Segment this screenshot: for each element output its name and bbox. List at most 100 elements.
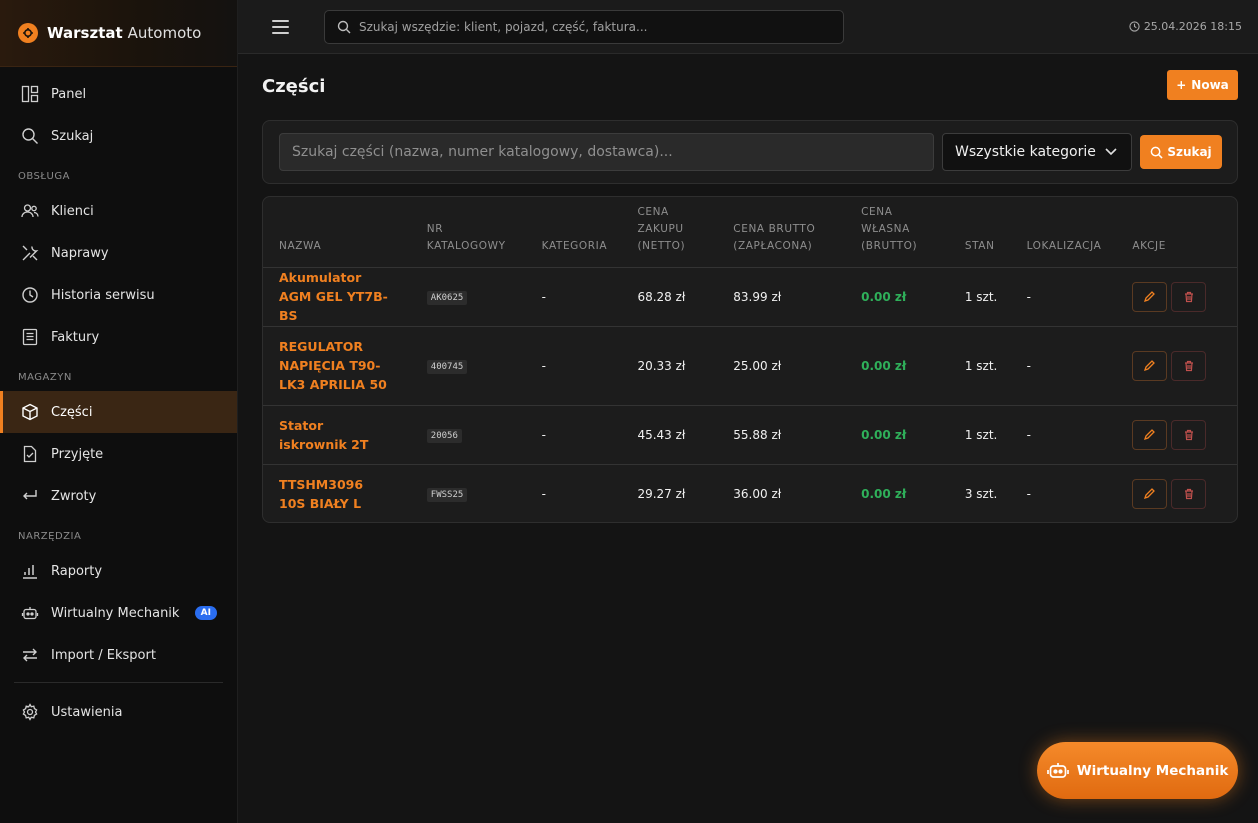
- gross-price: 25.00 zł: [717, 326, 846, 406]
- topbar: 25.04.2026 18:15: [238, 0, 1258, 54]
- file-check-icon: [21, 445, 39, 463]
- box-icon: [21, 403, 39, 421]
- sidebar-item-received[interactable]: Przyjęte: [0, 433, 237, 475]
- sidebar-item-label: Przyjęte: [51, 446, 104, 462]
- stock-cell: 1 szt.: [948, 267, 1011, 327]
- sidebar-item-label: Raporty: [51, 563, 103, 579]
- search-icon: [337, 20, 351, 33]
- table-row[interactable]: REGULATOR NAPIĘCIA T90-LK3 APRILIA 50 40…: [263, 326, 1237, 406]
- column-header: AKCJE: [1116, 197, 1237, 268]
- gear-icon: [21, 703, 39, 721]
- sidebar-item-parts[interactable]: Części: [0, 391, 237, 433]
- brand[interactable]: Warsztat Automoto: [0, 0, 237, 67]
- sidebar-item-reports[interactable]: Raporty: [0, 550, 237, 592]
- robot-icon: [21, 604, 39, 622]
- column-header: CENA WŁASNA (BRUTTO): [845, 197, 949, 268]
- delete-button[interactable]: [1171, 478, 1207, 509]
- ai-badge: AI: [194, 606, 217, 620]
- table-row[interactable]: Akumulator AGM GEL YT7B-BS AK0625 - 68.2…: [263, 267, 1237, 327]
- pencil-icon: [1144, 291, 1156, 303]
- delete-button[interactable]: [1171, 350, 1207, 381]
- pencil-icon: [1144, 360, 1156, 372]
- column-header: KATEGORIA: [525, 197, 622, 268]
- sidebar-divider: [14, 682, 223, 683]
- part-name-link[interactable]: Stator iskrownik 2T: [279, 416, 391, 454]
- search-button[interactable]: Szukaj: [1140, 135, 1222, 169]
- parts-table: NAZWA NR KATALOGOWY KATEGORIA CENA ZAKUP…: [263, 197, 1237, 522]
- table-row[interactable]: TTSHM3096 10S BIAŁY L FWSS25 - 29.27 zł …: [263, 464, 1237, 522]
- catalog-number: AK0625: [426, 290, 468, 305]
- edit-button[interactable]: [1132, 419, 1168, 450]
- category-cell: -: [525, 326, 622, 406]
- column-header: LOKALIZACJA: [1010, 197, 1117, 268]
- virtual-mechanic-fab[interactable]: Wirtualny Mechanik: [1037, 742, 1238, 799]
- part-name-link[interactable]: REGULATOR NAPIĘCIA T90-LK3 APRILIA 50: [279, 337, 397, 394]
- pencil-icon: [1144, 488, 1156, 500]
- sidebar-item-returns[interactable]: Zwroty: [0, 475, 237, 517]
- sidebar-item-label: Szukaj: [51, 128, 94, 144]
- category-cell: -: [525, 405, 622, 465]
- part-name-link[interactable]: TTSHM3096 10S BIAŁY L: [279, 475, 391, 513]
- new-part-button[interactable]: + Nowa: [1167, 70, 1238, 100]
- stock-cell: 3 szt.: [964, 486, 998, 501]
- pencil-icon: [1144, 429, 1156, 441]
- trash-icon: [1184, 429, 1193, 440]
- global-search-input[interactable]: [359, 19, 819, 34]
- own-price: 0.00 zł: [861, 486, 907, 501]
- delete-button[interactable]: [1171, 281, 1207, 312]
- page-title: Części: [262, 76, 326, 97]
- sidebar-item-label: Części: [51, 404, 93, 420]
- purchase-price: 68.28 zł: [621, 267, 718, 327]
- users-icon: [21, 202, 39, 220]
- main-content: Części + Nowa Wszystkie kategorie Szukaj…: [238, 54, 1258, 823]
- datetime-display: 25.04.2026 18:15: [1129, 20, 1242, 33]
- trash-icon: [1184, 488, 1193, 499]
- column-header: NAZWA: [263, 197, 411, 268]
- sidebar-item-invoices[interactable]: Faktury: [0, 316, 237, 358]
- stock-cell: 1 szt.: [948, 405, 1011, 465]
- trash-icon: [1184, 360, 1193, 371]
- return-icon: [21, 487, 39, 505]
- purchase-price: 29.27 zł: [637, 486, 686, 501]
- sidebar-item-label: Import / Eksport: [51, 647, 156, 663]
- sidebar-item-label: Ustawienia: [51, 704, 123, 720]
- part-name-link[interactable]: Akumulator AGM GEL YT7B-BS: [279, 268, 394, 325]
- sidebar-item-service-history[interactable]: Historia serwisu: [0, 274, 237, 316]
- sidebar-item-label: Wirtualny Mechanik: [51, 605, 180, 621]
- clock-icon: [1129, 21, 1140, 32]
- sidebar-item-import-export[interactable]: Import / Eksport: [0, 634, 237, 676]
- filter-card: Wszystkie kategorie Szukaj: [262, 120, 1238, 184]
- sidebar-item-panel[interactable]: Panel: [0, 73, 237, 115]
- menu-toggle-icon[interactable]: [272, 19, 306, 34]
- sidebar-item-settings[interactable]: Ustawienia: [0, 691, 237, 733]
- sidebar-item-virtual-mechanic[interactable]: Wirtualny Mechanik AI: [0, 592, 237, 634]
- nav-section-service: OBSŁUGA: [18, 171, 70, 182]
- category-select[interactable]: Wszystkie kategorie: [942, 133, 1132, 171]
- sidebar-item-search[interactable]: Szukaj: [0, 115, 237, 157]
- category-select-value: Wszystkie kategorie: [955, 144, 1096, 160]
- global-search[interactable]: [324, 9, 844, 44]
- search-button-label: Szukaj: [1167, 145, 1212, 159]
- table-row[interactable]: Stator iskrownik 2T 20056 - 45.43 zł 55.…: [263, 405, 1237, 465]
- sidebar-item-clients[interactable]: Klienci: [0, 190, 237, 232]
- gross-price: 36.00 zł: [733, 486, 782, 501]
- sidebar-item-label: Zwroty: [51, 488, 97, 504]
- edit-button[interactable]: [1132, 350, 1168, 381]
- sidebar-nav: Panel Szukaj OBSŁUGA Klienci Naprawy His…: [0, 67, 237, 733]
- own-price: 0.00 zł: [845, 267, 949, 327]
- column-header: NR KATALOGOWY: [410, 197, 526, 268]
- trash-icon: [1184, 291, 1193, 302]
- edit-button[interactable]: [1132, 478, 1168, 509]
- own-price: 0.00 zł: [845, 326, 949, 406]
- brand-sub: Automoto: [127, 24, 202, 42]
- wrench-icon: [21, 244, 39, 262]
- parts-search-input[interactable]: [279, 133, 934, 171]
- delete-button[interactable]: [1171, 419, 1207, 450]
- sidebar-item-repairs[interactable]: Naprawy: [0, 232, 237, 274]
- robot-icon: [1046, 762, 1069, 778]
- purchase-price: 20.33 zł: [621, 326, 718, 406]
- sidebar-item-label: Historia serwisu: [51, 287, 155, 303]
- category-cell: -: [525, 267, 622, 327]
- location-cell: -: [1026, 486, 1031, 501]
- edit-button[interactable]: [1132, 281, 1168, 312]
